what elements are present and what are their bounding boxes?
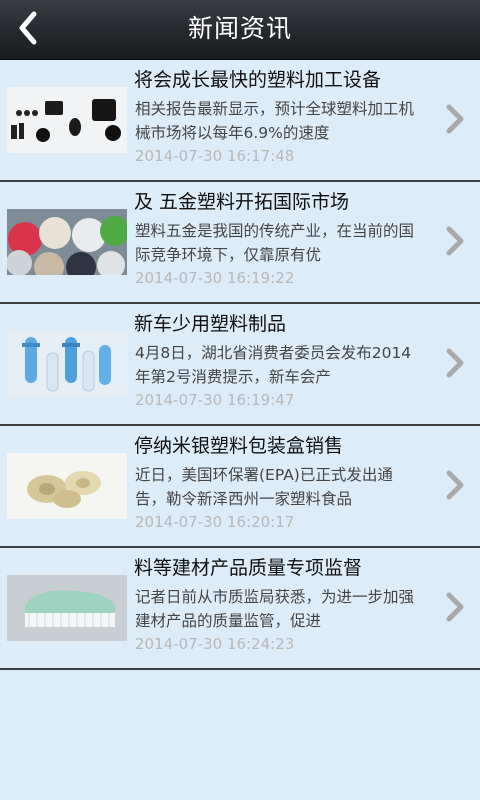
news-thumbnail [7,575,127,641]
news-item[interactable]: 及 五金塑料开拓国际市场 塑料五金是我国的传统产业，在当前的国际竞争环境下，仅靠… [0,182,480,304]
page-title: 新闻资讯 [187,14,292,43]
news-date: 2014-07-30 16:24:23 [135,635,295,653]
news-title: 料等建材产品质量专项监督 [134,557,363,579]
news-thumbnail [7,209,127,275]
news-title: 新车少用塑料制品 [134,313,287,335]
news-date: 2014-07-30 16:17:48 [135,147,295,165]
news-date: 2014-07-30 16:20:17 [135,513,295,531]
news-summary: 塑料五金是我国的传统产业，在当前的国际竞争环境下，仅靠原有优 [135,222,415,264]
news-thumbnail [7,331,127,397]
news-thumbnail [7,453,127,519]
news-list: 将会成长最快的塑料加工设备 相关报告最新显示，预计全球塑料加工机械市场将以每年6… [0,60,480,670]
news-title: 及 五金塑料开拓国际市场 [134,191,350,213]
news-item[interactable]: 新车少用塑料制品 4月8日，湖北省消费者委员会发布2014年第2号消费提示，新车… [0,304,480,426]
chevron-right-icon [446,592,464,622]
news-title: 停纳米银塑料包装盒销售 [134,435,344,457]
news-summary: 近日，美国环保署(EPA)已正式发出通告，勒令新泽西州一家塑料食品 [135,466,393,508]
news-summary: 4月8日，湖北省消费者委员会发布2014年第2号消费提示，新车会产 [135,344,412,386]
app-header: 新闻资讯 [0,0,480,60]
chevron-right-icon [446,104,464,134]
news-date: 2014-07-30 16:19:47 [135,391,295,409]
chevron-right-icon [446,226,464,256]
news-thumbnail [7,87,127,153]
chevron-right-icon [446,348,464,378]
news-item[interactable]: 停纳米银塑料包装盒销售 近日，美国环保署(EPA)已正式发出通告，勒令新泽西州一… [0,426,480,548]
news-item[interactable]: 料等建材产品质量专项监督 记者日前从市质监局获悉，为进一步加强建材产品的质量监管… [0,548,480,670]
news-date: 2014-07-30 16:19:22 [135,269,295,287]
chevron-right-icon [446,470,464,500]
news-title: 将会成长最快的塑料加工设备 [134,69,382,91]
news-summary: 记者日前从市质监局获悉，为进一步加强建材产品的质量监管，促进 [135,588,415,630]
news-summary: 相关报告最新显示，预计全球塑料加工机械市场将以每年6.9%的速度 [135,100,415,142]
news-item[interactable]: 将会成长最快的塑料加工设备 相关报告最新显示，预计全球塑料加工机械市场将以每年6… [0,60,480,182]
